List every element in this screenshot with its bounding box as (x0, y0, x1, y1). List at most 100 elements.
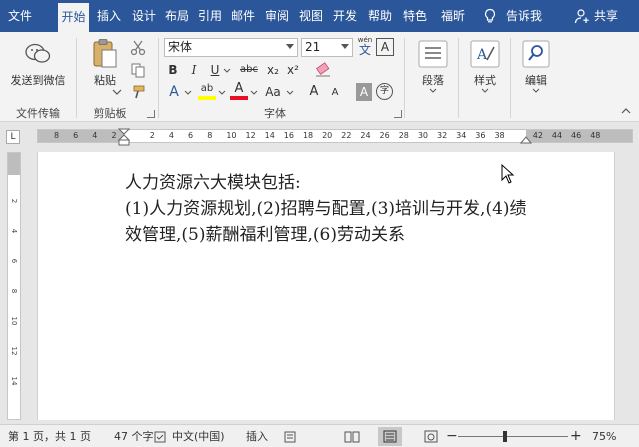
ruler-number: 2 (111, 131, 117, 140)
styles-button[interactable]: 样式 (462, 72, 508, 88)
chevron-down-icon[interactable] (341, 44, 349, 49)
tab-file[interactable]: 文件 (0, 0, 40, 32)
format-painter-icon[interactable] (130, 84, 146, 100)
mouse-cursor-icon (501, 164, 515, 184)
chevron-down-icon[interactable] (184, 90, 192, 96)
highlight-label: ab (200, 83, 214, 94)
font-launcher-icon[interactable] (394, 110, 402, 118)
chevron-down-icon[interactable] (286, 44, 294, 49)
language-status[interactable]: 中文(中国) (172, 425, 225, 447)
chevron-down-icon[interactable] (112, 88, 122, 96)
lightbulb-icon (484, 8, 496, 23)
web-layout-icon[interactable] (424, 430, 438, 443)
tab-help[interactable]: 帮助 (364, 0, 396, 32)
share-button[interactable]: 共享 (594, 0, 618, 32)
styles-icon: A (470, 40, 500, 68)
document-body[interactable]: 人力资源六大模块包括: (1)人力资源规划,(2)招聘与配置,(3)培训与开发,… (125, 170, 535, 248)
read-mode-icon[interactable] (344, 430, 360, 443)
phonetic-guide-button[interactable]: wén 文 (356, 36, 374, 58)
tab-developer[interactable]: 开发 (329, 0, 361, 32)
tell-me-search[interactable]: 告诉我 (506, 0, 542, 32)
vruler-number: 10 (10, 316, 18, 326)
ruler-number: 26 (379, 131, 390, 140)
text-effects-button[interactable]: A (166, 83, 182, 101)
ruler-number: 8 (54, 131, 60, 140)
grow-font-button[interactable]: A (306, 83, 322, 101)
tab-foxit[interactable]: 福昕 (436, 0, 470, 32)
editing-button[interactable]: 编辑 (514, 72, 558, 88)
font-color-button[interactable]: A (230, 82, 248, 102)
paste-button[interactable]: 粘贴 (88, 72, 122, 88)
horizontal-ruler[interactable]: 8 6 4 2 2 4 6 8 10 12 14 16 18 20 22 24 26 28 30 32 34 36 38 42… (37, 128, 633, 146)
ruler-number: 12 (245, 131, 256, 140)
document-page[interactable]: 人力资源六大模块包括: (1)人力资源规划,(2)招聘与配置,(3)培训与开发,… (37, 152, 615, 420)
strikethrough-button[interactable]: abc (238, 61, 260, 79)
proofing-icon[interactable] (154, 431, 166, 443)
zoom-out-button[interactable]: − (446, 425, 458, 447)
superscript-button[interactable]: x² (284, 61, 302, 79)
user-icon (574, 9, 589, 24)
change-case-button[interactable]: Aa (262, 83, 284, 101)
insert-mode-status[interactable]: 插入 (246, 425, 268, 447)
group-divider (158, 38, 159, 118)
chevron-down-icon[interactable] (532, 88, 540, 94)
font-name-combobox[interactable]: 宋体 (164, 38, 298, 57)
zoom-slider-thumb[interactable] (503, 431, 507, 442)
doc-paragraph-2[interactable]: (1)人力资源规划,(2)招聘与配置,(3)培训与开发,(4)绩效管理,(5)薪… (125, 196, 535, 248)
italic-button[interactable]: I (186, 61, 202, 79)
tab-mailings[interactable]: 邮件 (227, 0, 259, 32)
zoom-slider-track[interactable] (458, 436, 568, 437)
tab-layout[interactable]: 布局 (161, 0, 193, 32)
macro-recording-icon[interactable] (284, 431, 296, 443)
vertical-scrollbar[interactable] (617, 152, 635, 420)
tab-selector-button[interactable]: L (6, 130, 20, 144)
highlight-color-button[interactable]: ab (198, 82, 216, 102)
cut-icon[interactable] (130, 40, 146, 56)
tab-review[interactable]: 审阅 (261, 0, 293, 32)
group-divider (76, 38, 77, 118)
font-size-value: 21 (305, 40, 321, 54)
enclose-characters-button[interactable]: 字 (376, 83, 393, 100)
copy-icon[interactable] (130, 62, 146, 78)
underline-button[interactable]: U (207, 61, 223, 79)
wechat-icon (25, 43, 51, 63)
chevron-down-icon[interactable] (286, 90, 294, 96)
print-layout-icon[interactable] (383, 430, 397, 443)
ruler-number: 42 (532, 131, 543, 140)
font-size-combobox[interactable]: 21 (301, 38, 353, 57)
doc-paragraph-1[interactable]: 人力资源六大模块包括: (125, 170, 535, 196)
chevron-down-icon[interactable] (481, 88, 489, 94)
highlight-swatch (198, 96, 216, 100)
tab-design[interactable]: 设计 (128, 0, 160, 32)
ruler-area: L 8 6 4 2 2 4 6 8 10 12 14 16 18 20 22 24 26 28 30 32 34 36 38… (0, 122, 639, 152)
zoom-in-button[interactable]: + (570, 425, 582, 447)
tab-insert[interactable]: 插入 (93, 0, 125, 32)
right-indent-marker-icon[interactable] (520, 135, 532, 145)
chevron-down-icon[interactable] (223, 68, 231, 74)
tab-references[interactable]: 引用 (194, 0, 226, 32)
word-count-status[interactable]: 47 个字 (114, 425, 154, 447)
chevron-down-icon[interactable] (218, 90, 226, 96)
clear-formatting-icon[interactable] (314, 61, 332, 79)
paragraph-button[interactable]: 段落 (410, 72, 456, 88)
indent-marker-icon[interactable] (118, 128, 130, 146)
shrink-font-button[interactable]: A (328, 84, 342, 102)
character-shading-button[interactable]: A (356, 83, 372, 101)
group-divider (510, 38, 511, 118)
character-border-button[interactable]: A (376, 38, 394, 56)
ruler-number: 28 (398, 131, 409, 140)
chevron-down-icon[interactable] (429, 88, 437, 94)
page-count-status[interactable]: 第 1 页，共 1 页 (8, 425, 91, 447)
clipboard-launcher-icon[interactable] (147, 110, 155, 118)
subscript-button[interactable]: x₂ (264, 61, 282, 79)
zoom-level[interactable]: 75% (592, 425, 616, 447)
send-to-wechat-button[interactable]: 发送到微信 (6, 72, 70, 88)
chevron-down-icon[interactable] (250, 90, 258, 96)
paragraph-icon (418, 40, 448, 68)
collapse-ribbon-icon[interactable] (620, 106, 632, 116)
tab-home[interactable]: 开始 (58, 3, 89, 32)
ruler-number: 6 (188, 131, 194, 140)
tab-view[interactable]: 视图 (295, 0, 327, 32)
tab-features[interactable]: 特色 (398, 0, 432, 32)
bold-button[interactable]: B (165, 61, 181, 79)
